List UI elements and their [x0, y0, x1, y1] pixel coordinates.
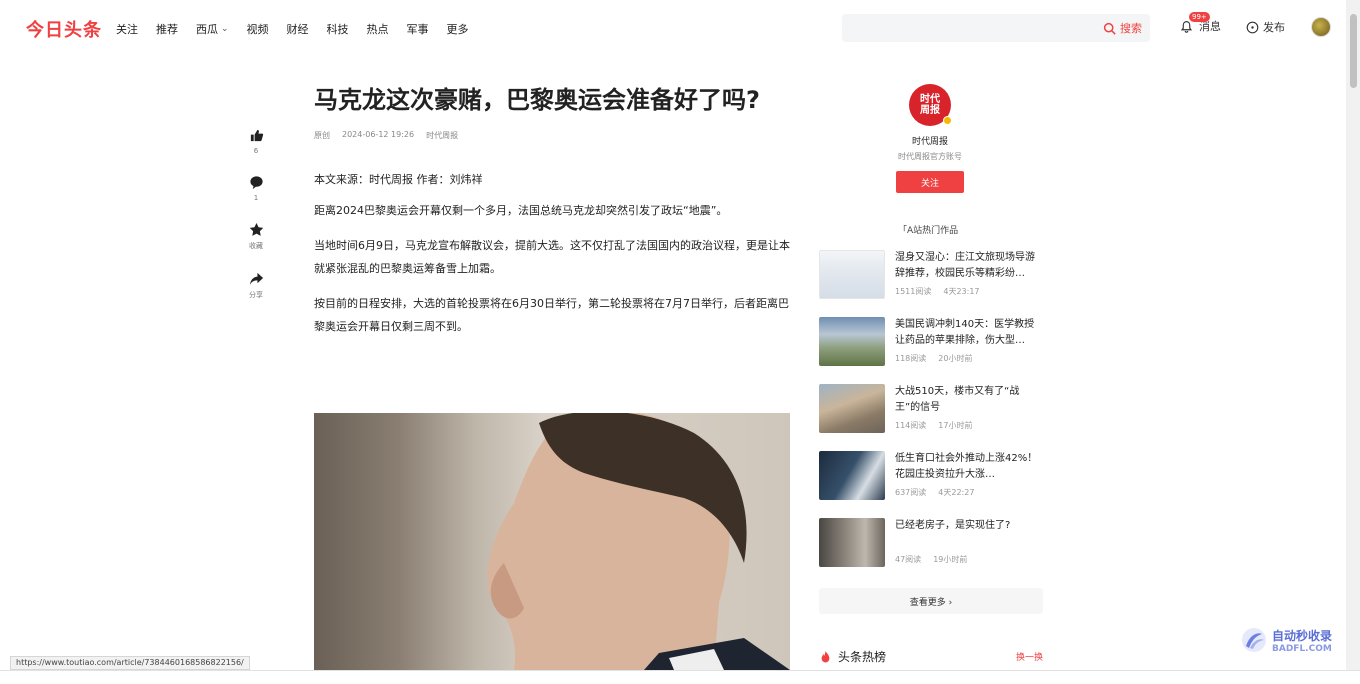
favorite-label: 收藏 [249, 242, 263, 250]
thumbnail [819, 250, 885, 299]
plus-circle-icon [1246, 21, 1259, 33]
search-input[interactable]: 搜索 [842, 14, 1150, 42]
comment-count: 1 [253, 194, 259, 202]
comment-icon [249, 176, 263, 190]
status-bar-url: https://www.toutiao.com/article/73844601… [10, 656, 250, 670]
follow-button[interactable]: 关注 [896, 171, 964, 193]
favorite-button[interactable]: 收藏 [242, 222, 270, 251]
publish-label: 发布 [1263, 21, 1285, 34]
hot-item-views: 114阅读 [895, 421, 927, 430]
list-item[interactable]: 低生育口社会外推动上涨42%！花园庄投资拉升大涨… 637阅读 4天22:27 [819, 451, 1043, 518]
user-avatar[interactable] [1311, 17, 1331, 37]
article-paragraph: 距离2024巴黎奥运会开幕仅剩一个多月，法国总统马克龙却突然引发了政坛“地震”。 [314, 204, 728, 217]
article-paragraph: 当地时间6月9日，马克龙宣布解散议会，提前大选。这不仅打乱了法国国内的政治议程，… [314, 239, 790, 275]
watermark-cn: 自动秒收录 [1272, 628, 1333, 643]
thumbnail [819, 451, 885, 500]
portrait-illustration [487, 413, 790, 670]
verified-badge-icon [943, 116, 952, 125]
article-action-rail: 6 1 收藏 分享 [242, 128, 270, 320]
meta-author: 原创 [314, 131, 330, 140]
article-body: 马克龙这次豪赌，巴黎奥运会准备好了吗? 原创 2024-06-12 19:26 … [314, 82, 790, 338]
hot-item-time: 4天22:27 [938, 488, 975, 497]
hot-item-headline[interactable]: 湿身又湿心：庄江文旅现场导游辞推荐，校园民乐等精彩纷… [895, 250, 1043, 282]
hot-works-title: 「A站热门作品 [898, 226, 959, 236]
nav-item-watermelon[interactable]: 西瓜 ⌄ [196, 21, 229, 37]
nav-item-video[interactable]: 视频 [247, 21, 269, 37]
author-logo[interactable]: 时代周报 [909, 84, 952, 126]
hot-item-time: 19小时前 [933, 555, 968, 564]
list-item[interactable]: 已经老房子，是实现住了? 47阅读 19小时前 [819, 518, 1043, 585]
article-title: 马克龙这次豪赌，巴黎奥运会准备好了吗? [314, 86, 760, 114]
article-meta: 原创 2024-06-12 19:26 时代周报 [314, 130, 790, 141]
hot-item-headline[interactable]: 大战510天，楼市又有了“战王”的信号 [895, 384, 1043, 416]
star-icon [249, 222, 263, 236]
list-item[interactable]: 大战510天，楼市又有了“战王”的信号 114阅读 17小时前 [819, 384, 1043, 451]
publish-button[interactable]: 发布 [1246, 19, 1285, 35]
search-button-label: 搜索 [1120, 22, 1142, 35]
author-description: 时代周报官方账号 [898, 152, 962, 161]
thumbnail [819, 317, 885, 366]
search-button[interactable]: 搜索 [1103, 20, 1142, 36]
messages-badge: 99+ [1189, 12, 1210, 22]
thumbs-up-icon [250, 129, 263, 142]
meta-source[interactable]: 时代周报 [426, 130, 458, 141]
hot-item-views: 118阅读 [895, 354, 927, 363]
hot-item-time: 4天23:17 [943, 287, 980, 296]
flame-icon [821, 650, 830, 662]
messages-button[interactable]: 99+ 消息 [1180, 12, 1221, 34]
share-label: 分享 [249, 291, 263, 299]
nav-item-military[interactable]: 军事 [407, 21, 429, 37]
article-photo[interactable] [314, 413, 790, 670]
thumbnail [819, 384, 885, 433]
hot-item-headline[interactable]: 低生育口社会外推动上涨42%！花园庄投资拉升大涨… [895, 451, 1043, 483]
scrollbar-track[interactable] [1346, 0, 1360, 670]
toutiao-logo[interactable]: 今日头条 [26, 16, 102, 42]
list-item[interactable]: 美国民调冲刺140天：医学教授让药品的苹果排除，伤大型… 118阅读 20小时前 [819, 317, 1043, 384]
nav-item-tech[interactable]: 科技 [327, 21, 349, 37]
scrollbar-thumb[interactable] [1350, 14, 1357, 88]
nav-item-more[interactable]: 更多 [447, 21, 469, 37]
window-bottom-edge [0, 670, 1360, 684]
nav-item-finance[interactable]: 财经 [287, 21, 309, 37]
watermark-en: BADFL.COM [1272, 643, 1332, 654]
watermark-logo-icon [1242, 628, 1266, 652]
channel-nav: 关注 推荐 西瓜 ⌄ 视频 财经 科技 热点 军事 更多 [116, 21, 487, 37]
share-button[interactable]: 分享 [242, 271, 270, 300]
hot-item-time: 20小时前 [938, 354, 973, 363]
nav-item-watermelon-label: 西瓜 [196, 23, 218, 36]
nav-item-recommend[interactable]: 推荐 [156, 21, 178, 37]
chevron-down-icon: ⌄ [221, 24, 229, 34]
hot-item-views: 1511阅读 [895, 287, 932, 296]
author-card: 时代周报 时代周报 时代周报官方账号 关注 [870, 84, 990, 193]
author-logo-text: 时代周报 [920, 94, 940, 116]
search-icon [1103, 22, 1116, 35]
share-icon [249, 272, 263, 286]
article-source-line: 本文来源：时代周报 作者：刘炜祥 [314, 173, 483, 186]
trending-refresh-button[interactable]: 换一换 [1016, 650, 1043, 663]
hot-item-views: 47阅读 [895, 555, 922, 564]
watermark: 自动秒收录 BADFL.COM [1240, 626, 1332, 654]
hot-item-time: 17小时前 [938, 421, 973, 430]
trending-header: 头条热榜 换一换 [819, 648, 1043, 665]
list-item[interactable]: 湿身又湿心：庄江文旅现场导游辞推荐，校园民乐等精彩纷… 1511阅读 4天23:1… [819, 250, 1043, 317]
like-button[interactable]: 6 [242, 128, 270, 155]
thumbnail [819, 518, 885, 567]
trending-title: 头条热榜 [838, 650, 887, 664]
article-paragraph: 按目前的日程安排，大选的首轮投票将在6月30日举行，第二轮投票将在7月7日举行，… [314, 297, 789, 333]
nav-item-follow[interactable]: 关注 [116, 21, 138, 37]
hot-works-list: 湿身又湿心：庄江文旅现场导游辞推荐，校园民乐等精彩纷… 1511阅读 4天23:1… [819, 250, 1043, 585]
like-count: 6 [253, 147, 259, 155]
comment-button[interactable]: 1 [242, 175, 270, 202]
hot-item-headline[interactable]: 已经老房子，是实现住了? [895, 518, 1043, 550]
nav-item-hot[interactable]: 热点 [367, 21, 389, 37]
top-navbar: 今日头条 关注 推荐 西瓜 ⌄ 视频 财经 科技 热点 军事 更多 搜索 99+ … [0, 0, 1360, 56]
meta-time: 2024-06-12 19:26 [342, 130, 415, 139]
view-more-button[interactable]: 查看更多 › [819, 588, 1043, 614]
hot-item-views: 637阅读 [895, 488, 927, 497]
hot-item-headline[interactable]: 美国民调冲刺140天：医学教授让药品的苹果排除，伤大型… [895, 317, 1043, 349]
author-name[interactable]: 时代周报 [870, 134, 990, 147]
